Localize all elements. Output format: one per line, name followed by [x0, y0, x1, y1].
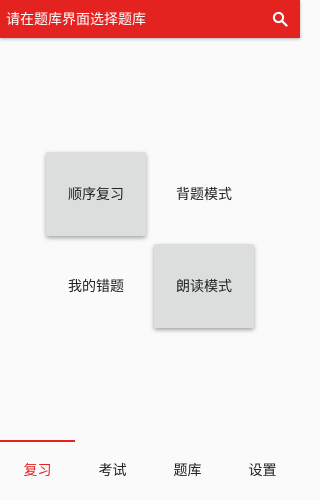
search-icon[interactable]: [270, 9, 290, 29]
sequential-review-label: 顺序复习: [68, 187, 124, 203]
read-aloud-mode-label: 朗读模式: [176, 279, 232, 295]
app-bar: 请在题库界面选择题库: [0, 0, 300, 38]
my-mistakes-button[interactable]: 我的错题: [46, 244, 146, 328]
tab-question-bank-label: 题库: [173, 463, 202, 479]
tab-settings[interactable]: 设置: [225, 440, 300, 500]
sequential-review-button[interactable]: 顺序复习: [46, 152, 146, 236]
memorize-mode-button[interactable]: 背题模式: [154, 152, 254, 236]
tab-question-bank[interactable]: 题库: [150, 440, 225, 500]
my-mistakes-label: 我的错题: [68, 279, 124, 295]
read-aloud-mode-button[interactable]: 朗读模式: [154, 244, 254, 328]
page-title: 请在题库界面选择题库: [6, 12, 146, 28]
tab-exam[interactable]: 考试: [75, 440, 150, 500]
tab-settings-label: 设置: [248, 463, 277, 479]
tab-review-label: 复习: [23, 463, 52, 479]
tab-exam-label: 考试: [98, 463, 127, 479]
bottom-tab-bar: 复习 考试 题库 设置: [0, 440, 300, 500]
mode-grid: 顺序复习 背题模式 我的错题 朗读模式: [0, 38, 300, 440]
tab-review[interactable]: 复习: [0, 440, 75, 500]
memorize-mode-label: 背题模式: [176, 187, 232, 203]
